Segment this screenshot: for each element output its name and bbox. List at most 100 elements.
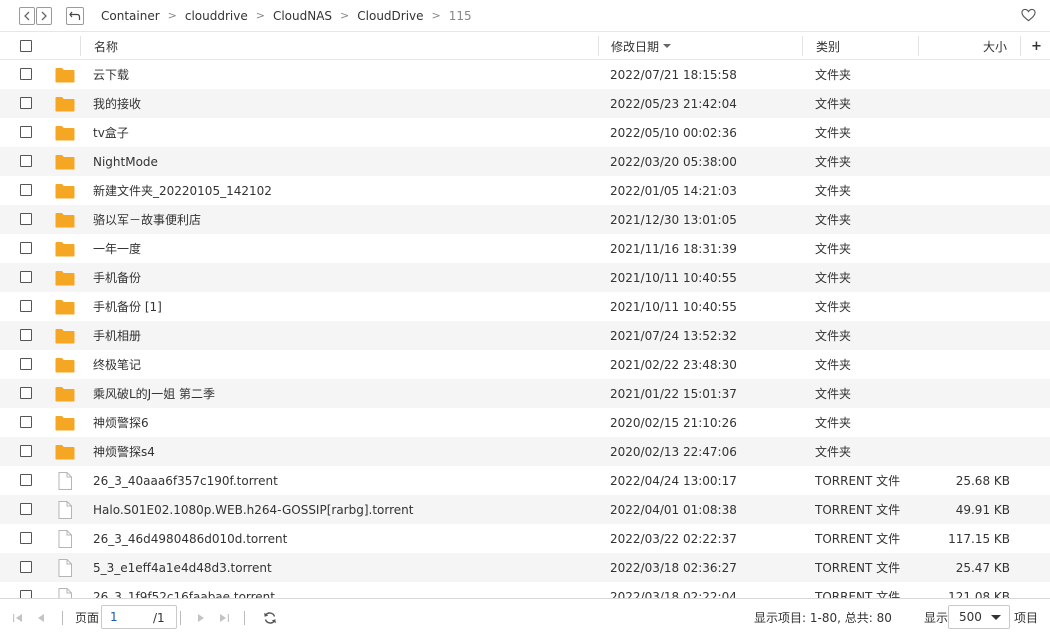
row-icon-cell [55, 205, 75, 234]
row-checkbox[interactable] [20, 532, 32, 544]
last-page-icon[interactable] [218, 613, 230, 623]
add-column-button[interactable]: + [1031, 32, 1042, 60]
table-row[interactable]: 乘风破L的J一姐 第二季 2021/01/22 15:01:37 文件夹 [0, 379, 1050, 408]
row-icon-cell [55, 89, 75, 118]
column-divider[interactable] [802, 36, 803, 56]
column-header-name[interactable]: 名称 [94, 32, 118, 60]
folder-icon [55, 444, 75, 459]
column-header-type[interactable]: 类别 [816, 32, 840, 60]
column-divider[interactable] [918, 36, 919, 56]
file-type: 文件夹 [815, 184, 852, 198]
row-checkbox[interactable] [20, 503, 32, 515]
file-type: 文件夹 [815, 416, 852, 430]
row-checkbox[interactable] [20, 271, 32, 283]
table-row[interactable]: 26_3_1f9f52c16faabae.torrent 2022/03/18 0… [0, 582, 1050, 598]
breadcrumb-item-clouddrive-2[interactable]: CloudDrive [354, 9, 426, 23]
table-row[interactable]: 手机备份 [1] 2021/10/11 10:40:55 文件夹 [0, 292, 1050, 321]
table-row[interactable]: 终极笔记 2021/02/22 23:48:30 文件夹 [0, 350, 1050, 379]
table-row[interactable]: 我的接收 2022/05/23 21:42:04 文件夹 [0, 89, 1050, 118]
table-row[interactable]: Halo.S01E02.1080p.WEB.h264-GOSSIP[rarbg]… [0, 495, 1050, 524]
row-checkbox[interactable] [20, 68, 32, 80]
table-row[interactable]: 手机相册 2021/07/24 13:52:32 文件夹 [0, 321, 1050, 350]
select-all-checkbox[interactable] [20, 40, 32, 52]
row-icon-cell [55, 524, 72, 553]
file-name: NightMode [93, 154, 158, 169]
row-checkbox[interactable] [20, 387, 32, 399]
row-checkbox[interactable] [20, 474, 32, 486]
page-total: /1 [153, 610, 165, 625]
modified-date: 2020/02/13 22:47:06 [610, 444, 737, 459]
refresh-icon[interactable] [263, 611, 277, 625]
table-row[interactable]: 26_3_40aaa6f357c190f.torrent 2022/04/24 1… [0, 466, 1050, 495]
breadcrumb-item-cloudnas[interactable]: CloudNAS [270, 9, 335, 23]
row-checkbox[interactable] [20, 300, 32, 312]
footer-divider [244, 610, 245, 625]
items-per-page-value: 500 [959, 610, 982, 624]
table-row[interactable]: tv盒子 2022/05/10 00:02:36 文件夹 [0, 118, 1050, 147]
modified-date: 2021/12/30 13:01:05 [610, 212, 737, 227]
row-icon-cell [55, 379, 75, 408]
row-checkbox[interactable] [20, 126, 32, 138]
forward-button[interactable] [36, 6, 52, 25]
table-row[interactable]: 5_3_e1eff4a1e4d48d3.torrent 2022/03/18 02… [0, 553, 1050, 582]
table-row[interactable]: 一年一度 2021/11/16 18:31:39 文件夹 [0, 234, 1050, 263]
up-level-button[interactable] [66, 6, 84, 25]
footer-divider [180, 610, 181, 625]
folder-icon [55, 328, 75, 343]
breadcrumb-item-container[interactable]: Container [98, 9, 163, 23]
file-name: tv盒子 [93, 126, 129, 140]
row-icon-cell [55, 234, 75, 263]
plus-icon: + [1031, 38, 1042, 54]
row-checkbox[interactable] [20, 329, 32, 341]
row-checkbox[interactable] [20, 358, 32, 370]
row-icon-cell [55, 292, 75, 321]
column-header-type-label: 类别 [816, 39, 841, 54]
file-type: TORRENT 文件 [815, 474, 901, 488]
row-checkbox[interactable] [20, 155, 32, 167]
file-type: 文件夹 [815, 97, 852, 111]
footer-divider [62, 610, 63, 625]
column-header-size-label: 大小 [983, 39, 1008, 54]
table-row[interactable]: 26_3_46d4980486d010d.torrent 2022/03/22 0… [0, 524, 1050, 553]
row-checkbox[interactable] [20, 242, 32, 254]
folder-icon [55, 154, 75, 169]
items-per-page-select[interactable]: 500 [948, 605, 1010, 629]
page-label: 页面 [75, 611, 100, 625]
table-row[interactable]: 云下载 2022/07/21 18:15:58 文件夹 [0, 60, 1050, 89]
row-checkbox[interactable] [20, 97, 32, 109]
table-row[interactable]: 手机备份 2021/10/11 10:40:55 文件夹 [0, 263, 1050, 292]
row-checkbox[interactable] [20, 590, 32, 598]
modified-date: 2021/02/22 23:48:30 [610, 357, 737, 372]
row-icon-cell [55, 495, 72, 524]
modified-date: 2020/02/15 21:10:26 [610, 415, 737, 430]
file-type: 文件夹 [815, 300, 852, 314]
table-row[interactable]: 新建文件夹_20220105_142102 2022/01/05 14:21:03… [0, 176, 1050, 205]
favorite-heart-icon[interactable] [1021, 8, 1036, 22]
table-row[interactable]: NightMode 2022/03/20 05:38:00 文件夹 [0, 147, 1050, 176]
file-type: TORRENT 文件 [815, 532, 901, 546]
next-page-icon[interactable] [195, 613, 207, 623]
table-row[interactable]: 神烦警探6 2020/02/15 21:10:26 文件夹 [0, 408, 1050, 437]
column-header-date[interactable]: 修改日期 [611, 32, 672, 60]
folder-icon [55, 270, 75, 285]
column-header-size[interactable]: 大小 [983, 32, 1007, 60]
first-page-icon[interactable] [12, 613, 24, 623]
back-button[interactable] [19, 6, 35, 25]
page-number-input[interactable]: 1 [101, 605, 177, 629]
file-type: 文件夹 [815, 387, 852, 401]
row-checkbox[interactable] [20, 445, 32, 457]
file-size: 25.68 KB [955, 473, 1010, 488]
modified-date: 2021/11/16 18:31:39 [610, 241, 737, 256]
row-checkbox[interactable] [20, 213, 32, 225]
row-checkbox-cell [20, 184, 32, 196]
breadcrumb-item-clouddrive[interactable]: clouddrive [182, 9, 251, 23]
return-arrow-icon [69, 11, 81, 20]
column-divider[interactable] [598, 36, 599, 56]
previous-page-icon[interactable] [35, 613, 47, 623]
row-checkbox[interactable] [20, 561, 32, 573]
row-checkbox-cell [20, 532, 32, 544]
table-row[interactable]: 神烦警探s4 2020/02/13 22:47:06 文件夹 [0, 437, 1050, 466]
row-checkbox[interactable] [20, 184, 32, 196]
table-row[interactable]: 骆以军－故事便利店 2021/12/30 13:01:05 文件夹 [0, 205, 1050, 234]
row-checkbox[interactable] [20, 416, 32, 428]
